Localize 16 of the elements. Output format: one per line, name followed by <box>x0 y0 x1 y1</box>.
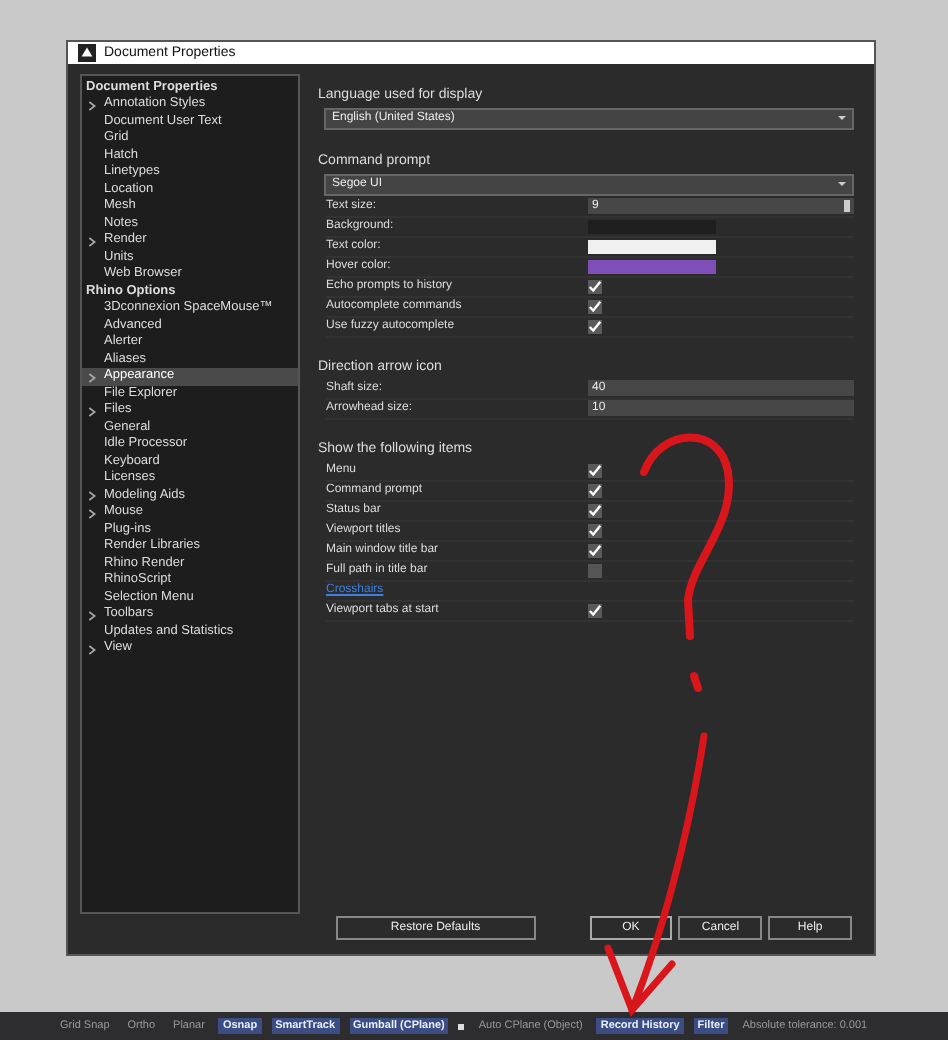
status-checkbox[interactable] <box>458 1023 465 1029</box>
checkbox[interactable] <box>588 563 602 578</box>
checkbox[interactable] <box>588 279 602 294</box>
color-swatch[interactable] <box>588 239 716 254</box>
caret-icon <box>838 182 846 187</box>
checkbox[interactable] <box>588 483 602 498</box>
checkbox[interactable] <box>588 603 602 618</box>
spin-buttons-icon[interactable] <box>844 200 850 213</box>
checkbox[interactable] <box>588 503 602 518</box>
checkbox[interactable] <box>588 319 602 334</box>
checkbox[interactable] <box>588 543 602 558</box>
checkbox[interactable] <box>588 463 602 478</box>
checkbox[interactable] <box>588 299 602 314</box>
checkbox[interactable] <box>588 523 602 538</box>
caret-icon <box>838 116 846 121</box>
color-swatch[interactable] <box>588 259 716 274</box>
